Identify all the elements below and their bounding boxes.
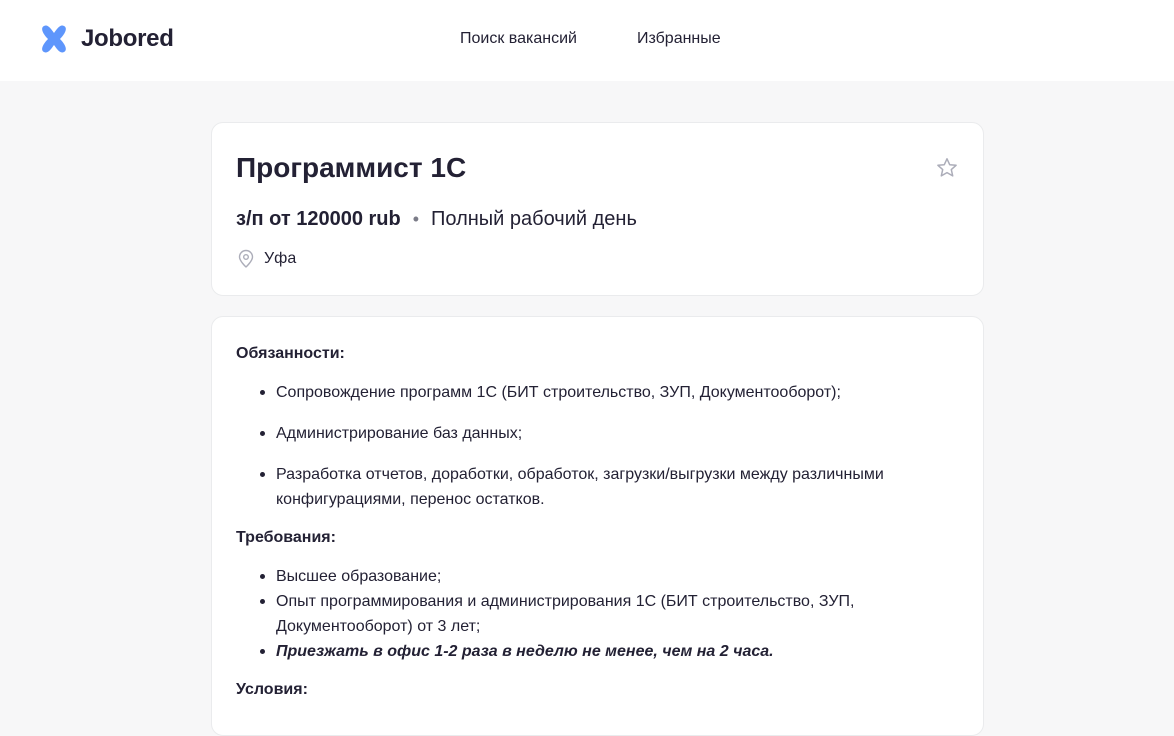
vacancy-description-card: Обязанности: Сопровождение программ 1С (… [211,316,984,736]
brand-logo[interactable]: Jobored [38,23,174,55]
vacancy-summary-card: Программист 1С з/п от 120000 rub • Полны… [211,122,984,296]
nav-favorites[interactable]: Избранные [637,29,721,49]
requirements-list: Высшее образование; Опыт программировани… [236,564,959,664]
duties-title: Обязанности: [236,345,345,362]
vacancy-title: Программист 1С [236,152,467,183]
list-item: Сопровождение программ 1С (БИТ строитель… [260,380,959,405]
nav-search-vacancies[interactable]: Поиск вакансий [460,29,577,49]
list-item: Администрирование баз данных; [260,421,959,446]
separator-dot: • [412,209,420,229]
top-header: Jobored Поиск вакансий Избранные [0,0,1174,81]
duties-list: Сопровождение программ 1С (БИТ строитель… [236,380,959,512]
location-row: Уфа [236,249,296,269]
favorite-star-icon[interactable] [935,156,959,180]
salary: з/п от 120000 rub [236,208,401,230]
salary-row: з/п от 120000 rub • Полный рабочий день [236,207,637,231]
work-type: Полный рабочий день [431,208,637,230]
list-item: Опыт программирования и администрировани… [260,589,959,639]
brand-name: Jobored [81,25,174,52]
requirements-title: Требования: [236,529,336,546]
list-item: Высшее образование; [260,564,959,589]
main-nav: Поиск вакансий Избранные [460,29,721,49]
list-item: Приезжать в офис 1-2 раза в неделю не ме… [260,639,959,664]
logo-icon [42,25,66,53]
location-city: Уфа [264,250,297,267]
location-pin-icon [238,249,254,268]
conditions-title: Условия: [236,681,308,698]
list-item: Разработка отчетов, доработки, обработок… [260,462,959,512]
